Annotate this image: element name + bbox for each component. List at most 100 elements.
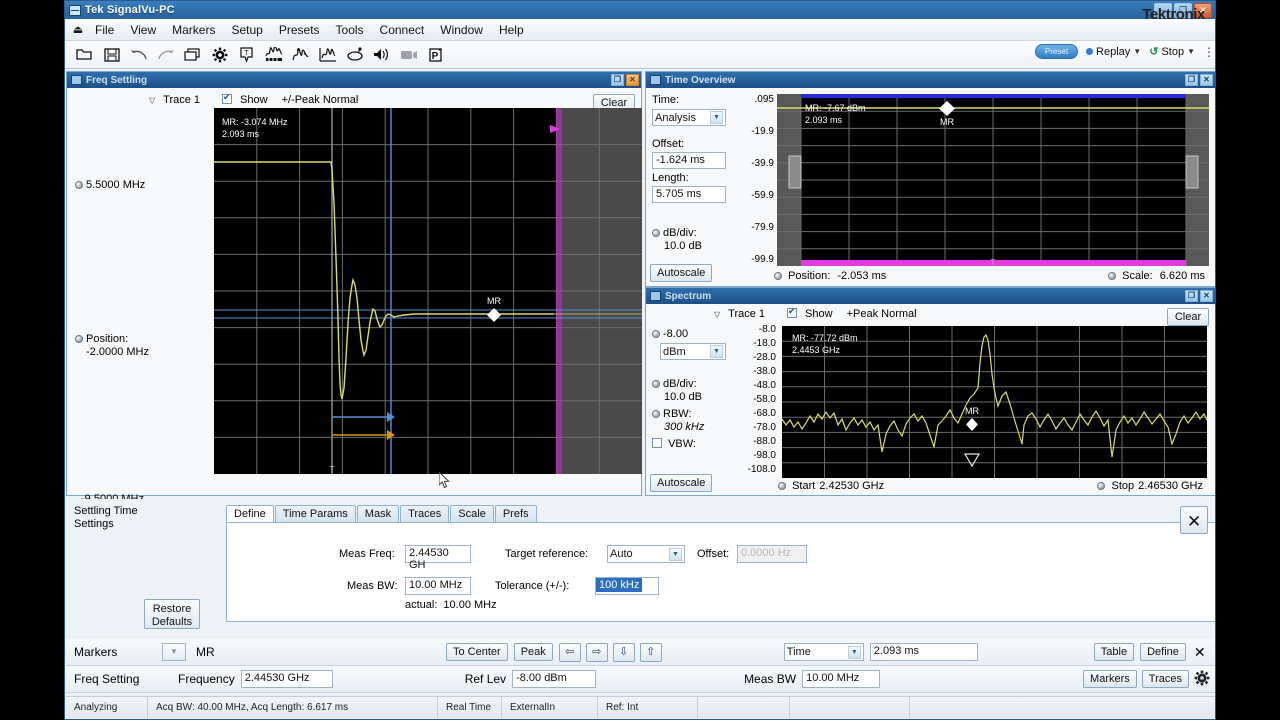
more-options-icon[interactable]: ⋮ [1203,48,1209,56]
dbdiv-knob-icon[interactable] [652,229,660,237]
spectrum-trace-dropdown-icon[interactable]: ▽ [714,310,720,319]
time-overview-graph[interactable]: MR T MR: -7.67 dBm 2.093 ms [777,94,1209,266]
gear-icon[interactable] [1194,670,1210,689]
spectrum-close-button[interactable]: ✕ [1200,290,1213,302]
spectrum-trace-icon[interactable] [260,43,287,67]
save-disk-icon[interactable] [98,43,125,67]
replay-control[interactable]: Replay ▼ [1086,46,1141,58]
gear-icon[interactable] [206,43,233,67]
meas-freq-input[interactable]: 2.44530 GH [405,545,471,563]
freq-settling-restore-button[interactable]: ❐ [611,74,624,86]
measure-trace-icon[interactable] [314,43,341,67]
spectrum-unit-select[interactable]: dBm▼ [660,343,726,360]
freq-settling-graph[interactable]: MR T MR: -3.074 MHz 2.093 ms [214,108,642,474]
time-overview-autoscale-button[interactable]: Autoscale [650,264,712,282]
spectrum-show-checkbox[interactable] [787,308,797,320]
menu-view[interactable]: View [122,21,164,39]
to-center-button[interactable]: To Center [446,643,508,661]
marker-table-button[interactable]: Table [1094,643,1134,661]
position-knob-icon[interactable] [75,335,83,343]
menu-window[interactable]: Window [432,21,491,39]
time-overview-offset-input[interactable]: -1.624 ms [652,152,726,169]
restore-defaults-button[interactable]: Restore Defaults [144,599,200,629]
time-overview-window-buttons: ❐ ✕ [1185,74,1215,86]
tab-mask[interactable]: Mask [357,505,399,522]
time-overview-length-input[interactable]: 5.705 ms [652,186,726,203]
peak-button[interactable]: Peak [514,643,553,661]
open-folder-icon[interactable] [71,43,98,67]
menu-setup[interactable]: Setup [223,21,270,39]
menu-help[interactable]: Help [491,21,532,39]
spectrum-graph[interactable]: MR MR: -77.72 dBm 2.4453 GHz [782,326,1207,478]
tab-scale[interactable]: Scale [450,505,494,522]
spectrum-autoscale-button[interactable]: Autoscale [650,474,712,492]
ref-level-knob-icon[interactable] [75,181,83,189]
reflevel-knob-icon[interactable] [652,330,660,338]
to-scale-knob-icon[interactable] [1108,272,1116,280]
menu-markers[interactable]: Markers [164,21,223,39]
tab-prefs[interactable]: Prefs [495,505,537,522]
time-overview-time-select[interactable]: Analysis▼ [652,109,726,126]
traces-button[interactable]: Traces [1142,670,1189,688]
markers-dropdown-button[interactable]: ▼ [162,643,186,661]
stop-control[interactable]: ↺ Stop ▼ [1149,45,1195,58]
arrow-up-icon[interactable]: ⇧ [640,643,662,662]
marker-mode-select[interactable]: Time▼ [784,643,864,661]
menu-tools[interactable]: Tools [328,21,372,39]
freq-settling-show-checkbox[interactable] [222,94,232,106]
freq-settling-show-label: Show [240,94,268,106]
markers-close-icon[interactable]: ✕ [1194,644,1206,661]
windows-cascade-icon[interactable] [179,43,206,67]
menu-connect[interactable]: Connect [372,21,433,39]
spectrum-restore-button[interactable]: ❐ [1185,290,1198,302]
arrow-down-icon[interactable]: ⇩ [613,643,635,662]
time-overview-scale: Scale: 6.620 ms [1108,270,1205,282]
tolerance-input[interactable]: 100 kHz [595,577,659,595]
tab-traces[interactable]: Traces [400,505,449,522]
arrow-right-icon[interactable]: ⇨ [586,643,608,662]
rbw-knob-icon[interactable] [652,410,660,418]
spectrum-dbdiv-knob-icon[interactable] [652,380,660,388]
chevron-down-icon-2[interactable]: ▼ [1187,47,1195,56]
print-icon[interactable]: P [422,43,449,67]
target-reference-select[interactable]: Auto▼ [607,545,685,563]
preset-button[interactable]: Preset [1035,44,1078,59]
trace-dropdown-icon[interactable]: ▽ [149,96,155,105]
menu-file[interactable]: File [87,21,122,39]
meas-bw-bar-input[interactable]: 10.00 MHz [802,670,880,688]
marker-define-button[interactable]: Define [1140,643,1186,661]
menu-presets[interactable]: Presets [271,21,328,39]
spectrum-vbw[interactable]: VBW: [652,438,696,450]
markers-button[interactable]: Markers [1083,670,1137,688]
start-freq-knob-icon[interactable] [778,482,786,490]
marker-position-input[interactable]: 2.093 ms [870,643,978,661]
close-settings-button[interactable]: ✕ [1180,506,1208,534]
chevron-down-icon[interactable]: ▼ [1133,47,1141,56]
spectrum-unit-value: dBm [663,346,686,358]
freq-settling-trace-label[interactable]: Trace 1 [163,94,200,106]
camera-icon[interactable] [395,43,422,67]
arrow-left-icon[interactable]: ⇦ [559,643,581,662]
replay-label: Replay [1096,46,1130,58]
svg-text:T: T [991,258,996,266]
spectrum-trace-label[interactable]: Trace 1 [728,308,765,320]
tab-time-params[interactable]: Time Params [275,505,356,522]
redo-icon[interactable] [152,43,179,67]
undo-icon[interactable] [125,43,152,67]
spectrum-clear-button[interactable]: Clear [1167,308,1209,326]
time-overview-restore-button[interactable]: ❐ [1185,74,1198,86]
tab-define[interactable]: Define [226,505,274,522]
speaker-icon[interactable] [368,43,395,67]
freq-settling-close-button[interactable]: ✕ [626,74,639,86]
mouse-icon[interactable] [341,43,368,67]
vbw-checkbox[interactable] [652,438,662,448]
ref-lev-input[interactable]: -8.00 dBm [512,670,596,688]
eject-icon[interactable]: ⏏ [69,23,87,36]
peak-markers-icon[interactable] [287,43,314,67]
to-position-knob-icon[interactable] [774,272,782,280]
frequency-input[interactable]: 2.44530 GHz [241,670,333,688]
time-overview-close-button[interactable]: ✕ [1200,74,1213,86]
text-marker-icon[interactable]: T [233,43,260,67]
meas-bw-input[interactable]: 10.00 MHz [405,577,471,595]
stop-freq-knob-icon[interactable] [1097,482,1105,490]
